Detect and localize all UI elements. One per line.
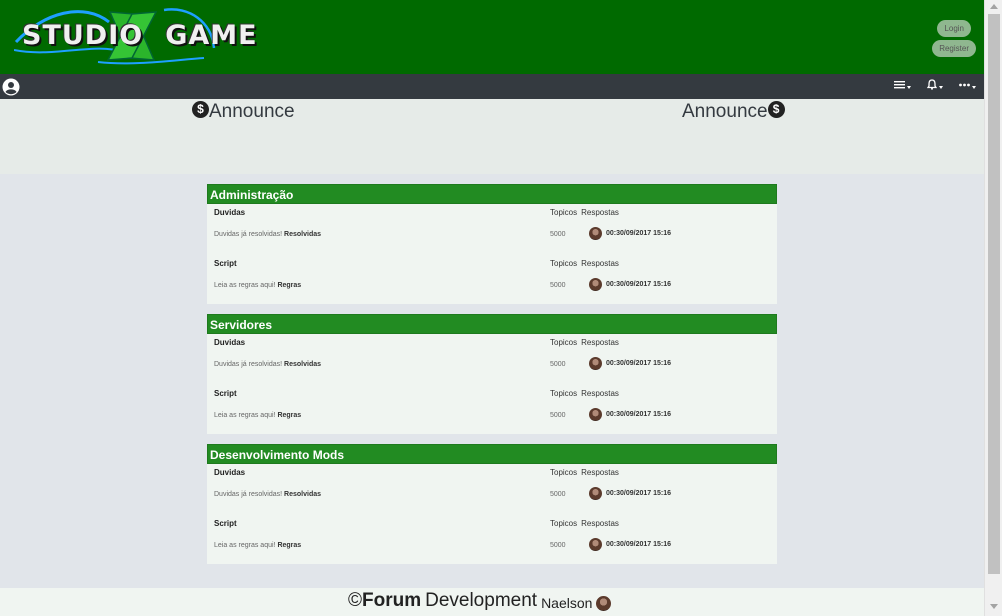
last-post[interactable]: 00:30/09/2017 15:16 xyxy=(589,487,671,500)
studio-x-game-logo[interactable]: STUDIO GAME xyxy=(14,2,257,68)
last-post[interactable]: 00:30/09/2017 15:16 xyxy=(589,408,671,421)
forum-desc-link[interactable]: Regras xyxy=(277,282,301,289)
avatar xyxy=(589,227,602,240)
forum-description: Leia as regras aqui! Regras xyxy=(214,542,302,549)
forum-column-labels: Topicos Respostas xyxy=(550,389,619,398)
chevron-down-icon xyxy=(907,86,911,89)
avatar xyxy=(589,487,602,500)
notifications-dropdown[interactable] xyxy=(927,79,943,90)
user-circle-icon[interactable] xyxy=(2,78,20,96)
forum-desc-link[interactable]: Regras xyxy=(277,542,301,549)
forum-title[interactable]: Duvidas xyxy=(214,338,245,347)
section-title[interactable]: Servidores xyxy=(207,314,777,334)
navbar xyxy=(0,74,984,99)
forum-row: Duvidas Duvidas já resolvidas! Resolvida… xyxy=(207,464,777,515)
forum-section: Servidores Duvidas Duvidas já resolvidas… xyxy=(207,314,777,434)
chevron-down-icon xyxy=(972,86,976,89)
page: STUDIO GAME Login Register $ Announce An… xyxy=(0,0,984,616)
forum-title[interactable]: Script xyxy=(214,389,237,398)
forum-desc-link[interactable]: Resolvidas xyxy=(284,361,321,368)
footer-brand-bold: Forum xyxy=(362,590,422,611)
topic-count: 5000 xyxy=(550,282,566,289)
navbar-actions xyxy=(894,79,976,90)
chevron-down-icon xyxy=(939,86,943,89)
forum-title[interactable]: Duvidas xyxy=(214,468,245,477)
topic-count: 5000 xyxy=(550,542,566,549)
section-title[interactable]: Administração xyxy=(207,184,777,204)
forum-title[interactable]: Script xyxy=(214,259,237,268)
bell-icon xyxy=(927,79,937,90)
last-post[interactable]: 00:30/09/2017 15:16 xyxy=(589,538,671,551)
avatar xyxy=(596,595,612,611)
forum-column-labels: Topicos Respostas xyxy=(550,519,619,528)
footer-brand-rest: Development xyxy=(425,590,538,611)
scroll-down-arrow-icon[interactable] xyxy=(990,604,998,609)
forum-description: Leia as regras aqui! Regras xyxy=(214,282,302,289)
forum-row: Duvidas Duvidas já resolvidas! Resolvida… xyxy=(207,334,777,385)
section-title[interactable]: Desenvolvimento Mods xyxy=(207,444,777,464)
forum-column-labels: Topicos Respostas xyxy=(550,468,619,477)
menu-icon xyxy=(894,81,905,89)
more-icon xyxy=(959,83,970,86)
logo-text-left: STUDIO xyxy=(22,20,144,51)
vertical-scrollbar[interactable] xyxy=(984,0,1002,616)
forum-column-labels: Topicos Respostas xyxy=(550,338,619,347)
forum-desc-link[interactable]: Resolvidas xyxy=(284,491,321,498)
forum-row: Duvidas Duvidas já resolvidas! Resolvida… xyxy=(207,204,777,255)
last-post[interactable]: 00:30/09/2017 15:16 xyxy=(589,357,671,370)
avatar xyxy=(589,357,602,370)
announce-left[interactable]: $ Announce xyxy=(192,100,295,123)
last-post[interactable]: 00:30/09/2017 15:16 xyxy=(589,227,671,240)
topic-count: 5000 xyxy=(550,231,566,238)
copyright-symbol: © xyxy=(348,590,362,611)
topic-count: 5000 xyxy=(550,412,566,419)
forum-title[interactable]: Script xyxy=(214,519,237,528)
topic-count: 5000 xyxy=(550,361,566,368)
site-header: STUDIO GAME Login Register xyxy=(0,0,984,74)
login-button[interactable]: Login xyxy=(937,20,971,37)
footer-credit: © Forum Development Naelson xyxy=(348,590,612,612)
avatar xyxy=(589,408,602,421)
forum-desc-link[interactable]: Regras xyxy=(277,412,301,419)
auth-buttons: Login Register xyxy=(932,20,976,57)
forum-description: Duvidas já resolvidas! Resolvidas xyxy=(214,361,322,368)
forum-description: Duvidas já resolvidas! Resolvidas xyxy=(214,231,322,238)
site-footer: © Forum Development Naelson xyxy=(0,588,984,616)
forum-description: Leia as regras aqui! Regras xyxy=(214,412,302,419)
menu-dropdown[interactable] xyxy=(894,80,911,89)
forum-title[interactable]: Duvidas xyxy=(214,208,245,217)
register-button[interactable]: Register xyxy=(932,40,976,57)
logo-text: STUDIO GAME xyxy=(22,20,258,51)
forum-section: Desenvolvimento Mods Duvidas Duvidas já … xyxy=(207,444,777,564)
announce-right[interactable]: Announce $ xyxy=(682,100,785,123)
announce-right-label: Announce xyxy=(682,101,768,122)
announce-bar: $ Announce Announce $ xyxy=(0,99,984,174)
forum-column-labels: Topicos Respostas xyxy=(550,208,619,217)
forum-section: Administração Duvidas Duvidas já resolvi… xyxy=(207,184,777,304)
announce-left-label: Announce xyxy=(209,101,295,122)
more-dropdown[interactable] xyxy=(959,80,976,89)
forum-column-labels: Topicos Respostas xyxy=(550,259,619,268)
dollar-icon: $ xyxy=(767,100,785,118)
forum-description: Duvidas já resolvidas! Resolvidas xyxy=(214,491,322,498)
scrollbar-thumb[interactable] xyxy=(988,14,1000,574)
last-post[interactable]: 00:30/09/2017 15:16 xyxy=(589,278,671,291)
logo-text-right: GAME xyxy=(165,20,258,51)
avatar xyxy=(589,278,602,291)
forum-sections: Administração Duvidas Duvidas já resolvi… xyxy=(207,184,777,574)
forum-row: Script Leia as regras aqui! Regras Topic… xyxy=(207,255,777,304)
forum-row: Script Leia as regras aqui! Regras Topic… xyxy=(207,385,777,434)
forum-desc-link[interactable]: Resolvidas xyxy=(284,231,321,238)
topic-count: 5000 xyxy=(550,491,566,498)
forum-row: Script Leia as regras aqui! Regras Topic… xyxy=(207,515,777,564)
footer-author[interactable]: Naelson xyxy=(541,595,592,611)
avatar xyxy=(589,538,602,551)
dollar-icon: $ xyxy=(192,100,209,118)
scroll-up-arrow-icon[interactable] xyxy=(990,4,998,9)
